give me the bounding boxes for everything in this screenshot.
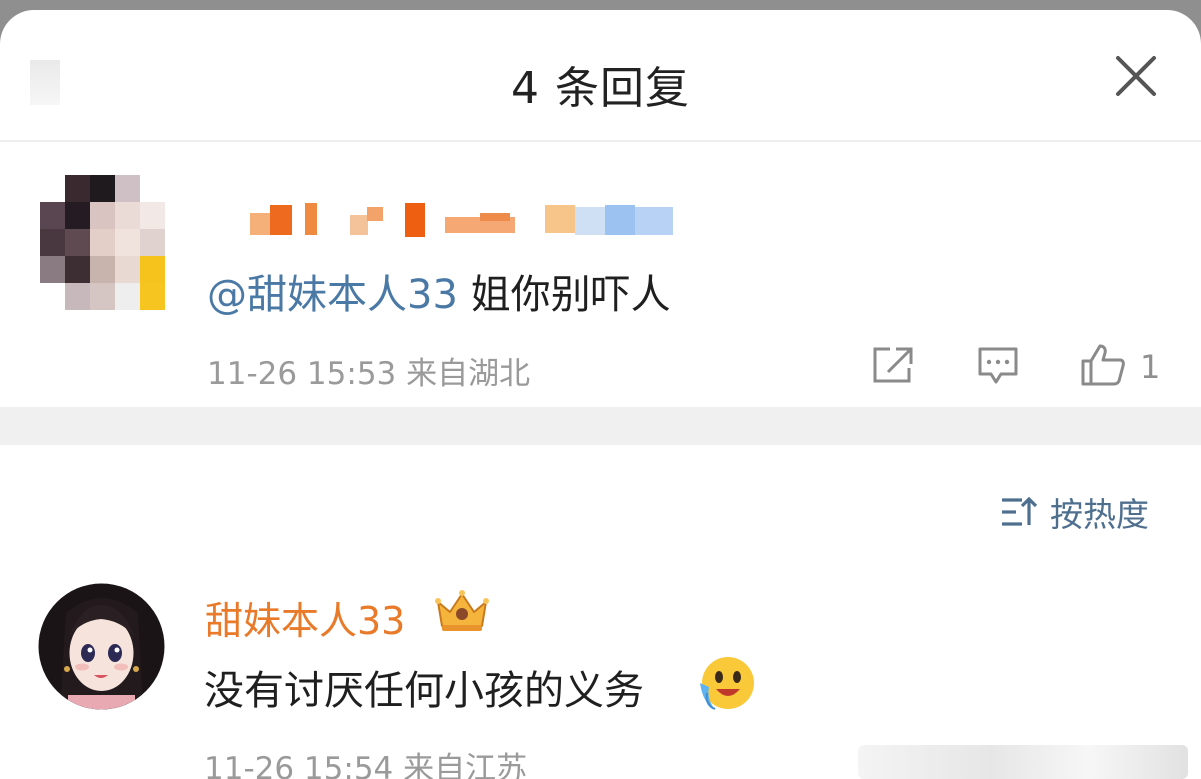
location: 来自湖北 — [406, 356, 531, 392]
avatar[interactable] — [40, 175, 165, 310]
timestamp: 11-26 15:53 — [207, 356, 397, 392]
close-icon — [1116, 56, 1156, 96]
replies-sheet: 4 条回复 @甜妹本人33 姐你别吓人 11-26 15:53 来自湖北 1 按… — [0, 10, 1201, 779]
reply-username[interactable]: 甜妹本人33 — [205, 590, 405, 645]
close-button[interactable] — [1112, 52, 1160, 100]
reply-text: 没有讨厌任何小孩的义务 — [204, 668, 644, 714]
comment-body: 姐你别吓人 — [457, 272, 671, 318]
crown-badge-icon — [435, 590, 489, 631]
share-button[interactable] — [872, 346, 914, 388]
sort-by-hot-button[interactable]: 按热度 — [1000, 490, 1149, 534]
timestamp: 11-26 15:54 — [204, 751, 394, 779]
crying-laugh-emoji — [700, 657, 754, 710]
comment-text: @甜妹本人33 姐你别吓人 — [207, 262, 671, 320]
sort-label: 按热度 — [1050, 495, 1149, 534]
like-button[interactable] — [1080, 343, 1126, 391]
comment-icon — [978, 347, 1018, 384]
header: 4 条回复 — [0, 10, 1201, 140]
blurred-username — [250, 203, 673, 237]
blurred-actions — [858, 745, 1188, 779]
section-divider — [0, 407, 1201, 445]
reply-timestamp: 11-26 15:54 来自江苏 — [204, 743, 527, 779]
avatar[interactable] — [38, 583, 165, 710]
page-title: 4 条回复 — [511, 63, 690, 114]
like-icon — [1081, 344, 1125, 386]
like-count: 1 — [1140, 348, 1161, 386]
share-icon — [873, 347, 913, 383]
location: 来自江苏 — [403, 751, 528, 779]
comment-timestamp: 11-26 15:53 来自湖北 — [207, 348, 530, 393]
comment-button[interactable] — [977, 346, 1019, 390]
divider — [0, 140, 1201, 142]
mention-link[interactable]: @甜妹本人33 — [207, 272, 458, 318]
sort-icon — [1002, 496, 1038, 526]
